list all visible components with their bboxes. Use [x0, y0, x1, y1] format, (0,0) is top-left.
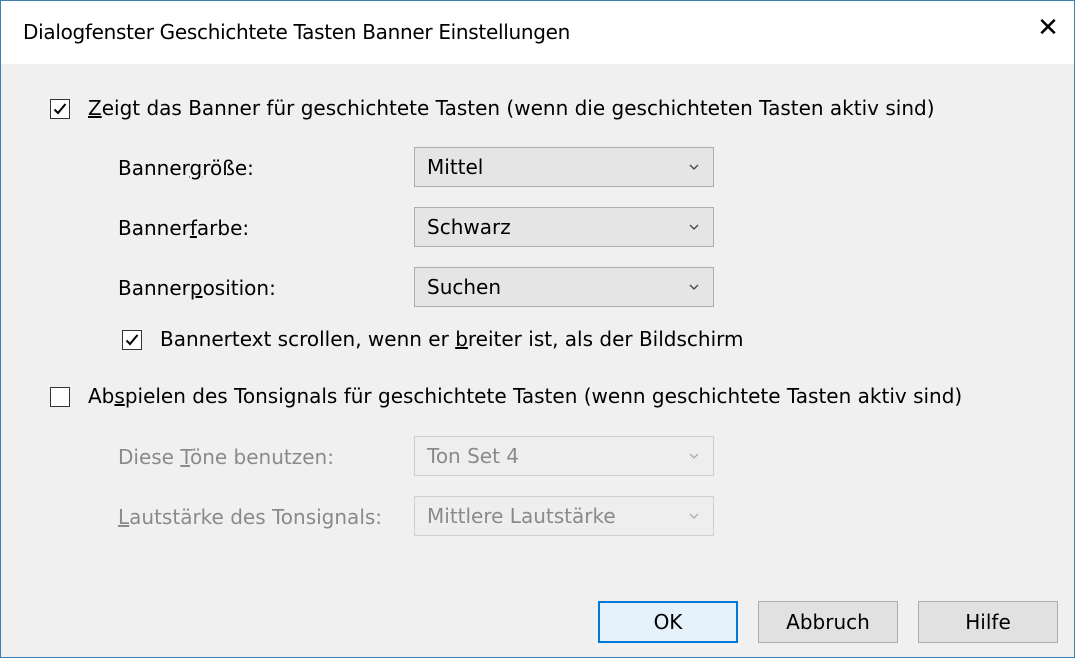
banner-color-value: Schwarz — [427, 215, 511, 239]
dialog-content: Zeigt das Banner für geschichtete Tasten… — [1, 64, 1074, 657]
checkmark-icon — [53, 103, 67, 115]
volume-value: Mittlere Lautstärke — [427, 504, 616, 528]
tones-value: Ton Set 4 — [427, 444, 520, 468]
chevron-down-icon — [689, 224, 699, 230]
title-bar: Dialogfenster Geschichtete Tasten Banner… — [1, 1, 1074, 64]
banner-position-label: Bannerposition: — [118, 276, 276, 300]
cancel-button[interactable]: Abbruch — [758, 601, 898, 643]
help-button[interactable]: Hilfe — [918, 601, 1058, 643]
chevron-down-icon — [689, 513, 699, 519]
chevron-down-icon — [689, 164, 699, 170]
close-icon[interactable]: ✕ — [1028, 7, 1068, 49]
chevron-down-icon — [689, 453, 699, 459]
banner-color-select[interactable]: Schwarz — [414, 207, 714, 247]
ok-button[interactable]: OK — [598, 601, 738, 643]
banner-size-value: Mittel — [427, 155, 484, 179]
banner-position-select[interactable]: Suchen — [414, 267, 714, 307]
scroll-banner-label: Bannertext scrollen, wenn er breiter ist… — [160, 327, 744, 351]
play-sound-checkbox[interactable] — [50, 387, 70, 407]
banner-position-value: Suchen — [427, 275, 502, 299]
checkmark-icon — [125, 334, 139, 346]
scroll-banner-checkbox[interactable] — [122, 330, 142, 350]
chevron-down-icon — [689, 284, 699, 290]
banner-color-label: Bannerfarbe: — [118, 216, 250, 240]
show-banner-checkbox[interactable] — [50, 99, 70, 119]
show-banner-label: Zeigt das Banner für geschichtete Tasten… — [88, 96, 935, 120]
tones-select[interactable]: Ton Set 4 — [414, 436, 714, 476]
tones-label: Diese Töne benutzen: — [118, 445, 334, 469]
banner-size-select[interactable]: Mittel — [414, 147, 714, 187]
play-sound-label: Abspielen des Tonsignals für geschichtet… — [88, 384, 963, 408]
banner-size-label: Bannergröße: — [118, 156, 254, 180]
window-title: Dialogfenster Geschichtete Tasten Banner… — [23, 20, 570, 44]
volume-label: Lautstärke des Tonsignals: — [118, 505, 383, 529]
volume-select[interactable]: Mittlere Lautstärke — [414, 496, 714, 536]
dialog-window: Dialogfenster Geschichtete Tasten Banner… — [0, 0, 1075, 658]
